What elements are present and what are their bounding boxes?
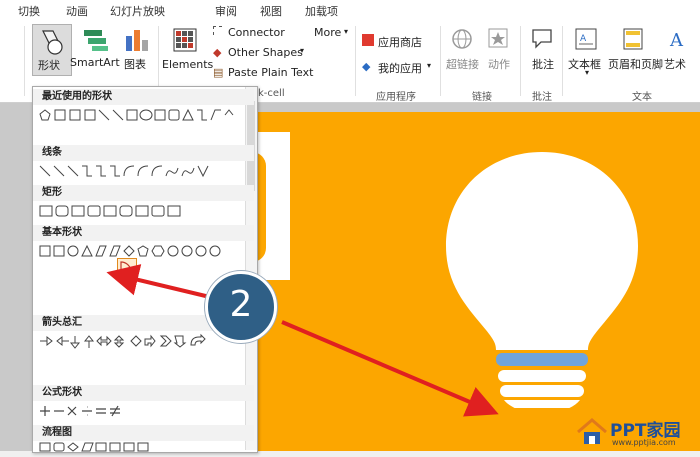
other-shapes-icon: ◆ xyxy=(213,46,222,59)
section-basic-shapes: 基本形状 xyxy=(33,225,254,241)
section-equation-shapes: 公式形状 xyxy=(33,385,254,401)
smartart-icon xyxy=(84,30,108,51)
action-button[interactable]: 动作 xyxy=(488,56,510,72)
separator xyxy=(355,26,356,96)
chevron-down-icon: ▾ xyxy=(427,61,432,70)
chart-icon xyxy=(126,30,148,51)
action-icon xyxy=(488,28,508,48)
section-lines: 线条 xyxy=(33,145,254,161)
watermark-url: www.pptjia.com xyxy=(612,438,676,447)
separator xyxy=(520,26,521,96)
house-logo-icon xyxy=(577,418,607,444)
hyperlink-button[interactable]: 超链接 xyxy=(446,56,479,72)
separator xyxy=(440,26,441,96)
pie-shape-icon xyxy=(120,261,132,273)
shapes-icon xyxy=(42,30,63,55)
store-icon xyxy=(362,34,374,46)
separator xyxy=(562,26,563,96)
chevron-down-icon: ▾ xyxy=(585,68,590,77)
section-flowchart: 流程图 xyxy=(33,425,254,441)
block-arrows-grid[interactable] xyxy=(37,333,243,349)
comment-icon xyxy=(532,29,552,49)
group-label-comments: 批注 xyxy=(532,92,552,103)
chart-label: 图表 xyxy=(124,58,146,71)
shapes-gallery-dropdown: ▲ 最近使用的形状 线条 xyxy=(32,86,258,453)
elements-button[interactable]: Elements xyxy=(162,26,214,78)
lightbulb-icon[interactable] xyxy=(442,148,642,408)
separator xyxy=(24,26,25,96)
basic-shapes-grid[interactable] xyxy=(37,243,243,259)
chevron-down-icon: ▾ xyxy=(344,27,349,36)
group-label-links: 链接 xyxy=(472,92,492,103)
selected-shape-highlight[interactable] xyxy=(117,258,137,278)
textbox-icon: A xyxy=(575,28,597,50)
my-apps-icon: ◆ xyxy=(362,60,371,73)
paste-icon: ▤ xyxy=(213,66,224,79)
smartart-label: SmartArt xyxy=(70,56,120,69)
recent-shapes-grid[interactable] xyxy=(37,107,243,123)
shapes-button[interactable]: 形状 xyxy=(32,24,72,76)
tab-addins[interactable]: 加载项 xyxy=(305,3,338,19)
tab-view[interactable]: 视图 xyxy=(260,3,282,19)
step-number: 2 xyxy=(229,284,253,325)
rectangles-grid[interactable] xyxy=(37,203,243,219)
watermark-logo: PPT家园 www.pptjia.com xyxy=(576,414,700,451)
wordart-button[interactable]: 艺术 xyxy=(664,56,686,72)
chart-button[interactable]: 图表 xyxy=(120,26,154,74)
my-apps-button[interactable]: 我的应用 xyxy=(378,60,422,76)
smartart-button[interactable]: SmartArt xyxy=(70,26,120,74)
tab-review[interactable]: 审阅 xyxy=(215,3,237,19)
elements-label: Elements xyxy=(162,58,214,71)
equation-shapes-grid[interactable] xyxy=(37,403,243,419)
slide-canvas[interactable] xyxy=(216,112,700,451)
connector-button[interactable]: Connector xyxy=(228,26,285,39)
header-footer-icon xyxy=(623,28,643,50)
shapes-label: 形状 xyxy=(38,59,60,72)
connector-icon xyxy=(213,26,222,35)
chevron-down-icon: ▾ xyxy=(300,46,305,55)
group-label-apps: 应用程序 xyxy=(376,92,416,103)
more-button[interactable]: More xyxy=(314,26,341,39)
hyperlink-icon xyxy=(452,29,472,49)
tab-transitions[interactable]: 切换 xyxy=(18,3,40,19)
group-label-text: 文本 xyxy=(632,92,652,103)
section-rectangles: 矩形 xyxy=(33,185,254,201)
flowchart-grid[interactable] xyxy=(37,441,243,457)
section-recent-shapes: 最近使用的形状 xyxy=(33,89,254,105)
step-number-callout: 2 xyxy=(205,271,277,343)
tab-animations[interactable]: 动画 xyxy=(66,3,88,19)
svg-text:A: A xyxy=(669,30,684,50)
comment-button[interactable]: 批注 xyxy=(532,56,554,72)
tab-slideshow[interactable]: 幻灯片放映 xyxy=(110,3,165,19)
app-store-button[interactable]: 应用商店 xyxy=(378,34,422,50)
lines-grid[interactable] xyxy=(37,163,243,179)
ribbon-tab-strip: 切换 动画 幻灯片放映 审阅 视图 加载项 xyxy=(0,0,700,23)
svg-text:A: A xyxy=(580,34,587,44)
group-label: k-cell xyxy=(258,88,285,99)
paste-plain-text-button[interactable]: Paste Plain Text xyxy=(228,66,313,79)
header-footer-button[interactable]: 页眉和页脚 xyxy=(608,56,663,72)
elements-icon xyxy=(173,28,197,52)
other-shapes-button[interactable]: Other Shapes xyxy=(228,46,303,59)
wordart-icon: A xyxy=(669,30,684,50)
